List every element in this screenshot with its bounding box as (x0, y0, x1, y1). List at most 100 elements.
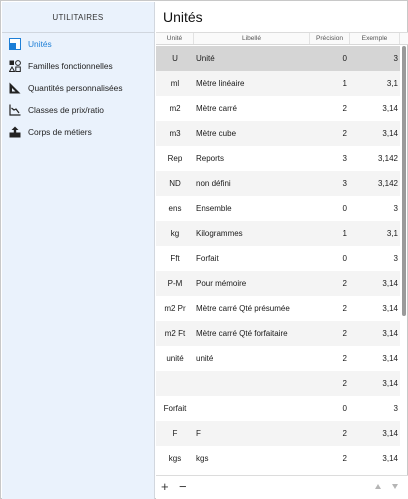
cell-example: 3,14 (382, 279, 398, 288)
cell-precision: 0 (342, 254, 347, 263)
sidebar-item-custom-quantities[interactable]: Quantités personnalisées (2, 77, 154, 99)
table-row[interactable]: m3 Mètre cube 2 3,14 (156, 121, 400, 146)
cell-precision: 2 (342, 354, 347, 363)
table-row[interactable]: Rep Reports 3 3,142 (156, 146, 400, 171)
cell-label: Pour mémoire (196, 279, 247, 288)
cell-example: 3,1 (386, 79, 398, 88)
cell-example: 3,14 (382, 104, 398, 113)
table-row[interactable]: m2 Mètre carré 2 3,14 (156, 96, 400, 121)
cell-example: 3 (393, 254, 398, 263)
table-row[interactable]: P-M Pour mémoire 2 3,14 (156, 271, 400, 296)
ruler-icon (9, 82, 21, 94)
cell-precision: 2 (342, 454, 347, 463)
cell-label: Ensemble (196, 204, 232, 213)
sidebar-item-trades[interactable]: Corps de métiers (2, 121, 154, 143)
cell-unit: Forfait (163, 404, 187, 413)
units-table: U Unité 0 3 ml Mètre linéaire 1 3,1 m2 Mètre carr… (156, 46, 400, 471)
cell-unit: kgs (168, 454, 182, 463)
sidebar-item-label: Familles fonctionnelles (28, 61, 113, 71)
table-footer: + − (156, 475, 408, 499)
sidebar-item-label: Corps de métiers (28, 127, 92, 137)
cell-unit: m2 Pr (164, 304, 186, 313)
sidebar-item-units[interactable]: Unités (2, 33, 154, 55)
cell-label: Forfait (196, 254, 219, 263)
cell-precision: 1 (342, 79, 347, 88)
sidebar-item-label: Classes de prix/ratio (28, 105, 104, 115)
shapes-icon (8, 60, 21, 72)
table-row[interactable]: U Unité 0 3 (156, 46, 400, 71)
cell-label: Reports (196, 154, 225, 163)
cell-example: 3,142 (377, 154, 398, 163)
cell-label: Mètre carré (196, 104, 237, 113)
cell-label: non défini (196, 179, 231, 188)
cell-unit: unité (166, 354, 184, 363)
cell-unit: ml (170, 79, 180, 88)
cell-label: F (196, 429, 201, 438)
cell-example: 3 (393, 204, 398, 213)
table-row[interactable]: 2 3,14 (156, 371, 400, 396)
cell-label: Unité (196, 54, 215, 63)
cell-example: 3,142 (377, 179, 398, 188)
cell-label: Mètre linéaire (196, 79, 245, 88)
table-row[interactable]: kgs kgs 2 3,14 (156, 446, 400, 471)
table-row[interactable]: Forfait 0 3 (156, 396, 400, 421)
cell-precision: 3 (342, 154, 347, 163)
table-row[interactable]: kg Kilogrammes 1 3,1 (156, 221, 400, 246)
arrow-up-icon[interactable] (375, 484, 381, 489)
cell-label (194, 396, 310, 421)
sidebar-title: UTILITAIRES (2, 2, 154, 33)
table-row[interactable]: ml Mètre linéaire 1 3,1 (156, 71, 400, 96)
cell-unit: ND (169, 179, 181, 188)
cell-precision: 2 (342, 379, 347, 388)
cell-example: 3,14 (382, 354, 398, 363)
table-header: Unité Libellé Précision Exemple (156, 33, 408, 45)
cell-label (194, 371, 310, 396)
cell-example: 3 (393, 54, 398, 63)
cell-unit: Rep (167, 154, 183, 163)
cell-precision: 2 (342, 329, 347, 338)
cell-example: 3,14 (382, 429, 398, 438)
cell-precision: 2 (342, 429, 347, 438)
scrollbar-thumb[interactable] (402, 46, 406, 316)
table-row[interactable]: unité unité 2 3,14 (156, 346, 400, 371)
column-header-precision[interactable]: Précision (310, 33, 350, 44)
cell-precision: 1 (342, 229, 347, 238)
sidebar-item-label: Unités (28, 39, 52, 49)
cell-unit: kg (170, 229, 180, 238)
cell-unit: Fft (170, 254, 180, 263)
cell-unit: U (172, 54, 178, 63)
table-row[interactable]: m2 Ft Mètre carré Qté forfaitaire 2 3,14 (156, 321, 400, 346)
table-row[interactable]: F F 2 3,14 (156, 421, 400, 446)
cell-precision: 0 (342, 404, 347, 413)
cell-precision: 0 (342, 204, 347, 213)
cell-unit: m2 (169, 104, 181, 113)
table-row[interactable]: Fft Forfait 0 3 (156, 246, 400, 271)
cell-unit: m2 Ft (164, 329, 186, 338)
sidebar-item-price-classes[interactable]: Classes de prix/ratio (2, 99, 154, 121)
cell-precision: 2 (342, 279, 347, 288)
cell-label: Kilogrammes (196, 229, 243, 238)
cell-unit: F (172, 429, 178, 438)
sidebar: UTILITAIRES Unités Familles fonctionnell… (2, 2, 155, 499)
vertical-scrollbar[interactable] (401, 46, 407, 474)
main-panel: Unités Unité Libellé Précision Exemple U… (156, 2, 408, 499)
cell-precision: 2 (342, 129, 347, 138)
column-header-unit[interactable]: Unité (156, 33, 194, 44)
column-header-example[interactable]: Exemple (350, 33, 400, 44)
cell-unit (156, 371, 194, 396)
cell-label: unité (196, 354, 214, 363)
cell-example: 3,14 (382, 129, 398, 138)
table-row[interactable]: ens Ensemble 0 3 (156, 196, 400, 221)
cell-precision: 3 (342, 179, 347, 188)
arrow-down-icon[interactable] (392, 484, 398, 489)
cell-label: kgs (196, 454, 209, 463)
remove-button[interactable]: − (179, 480, 187, 494)
column-header-label[interactable]: Libellé (194, 33, 310, 44)
cell-precision: 2 (342, 104, 347, 113)
cell-label: Mètre carré Qté forfaitaire (196, 329, 288, 338)
table-row[interactable]: m2 Pr Mètre carré Qté présumée 2 3,14 (156, 296, 400, 321)
table-row[interactable]: ND non défini 3 3,142 (156, 171, 400, 196)
add-button[interactable]: + (161, 480, 169, 494)
units-icon (9, 38, 21, 50)
sidebar-item-functional-families[interactable]: Familles fonctionnelles (2, 55, 154, 77)
